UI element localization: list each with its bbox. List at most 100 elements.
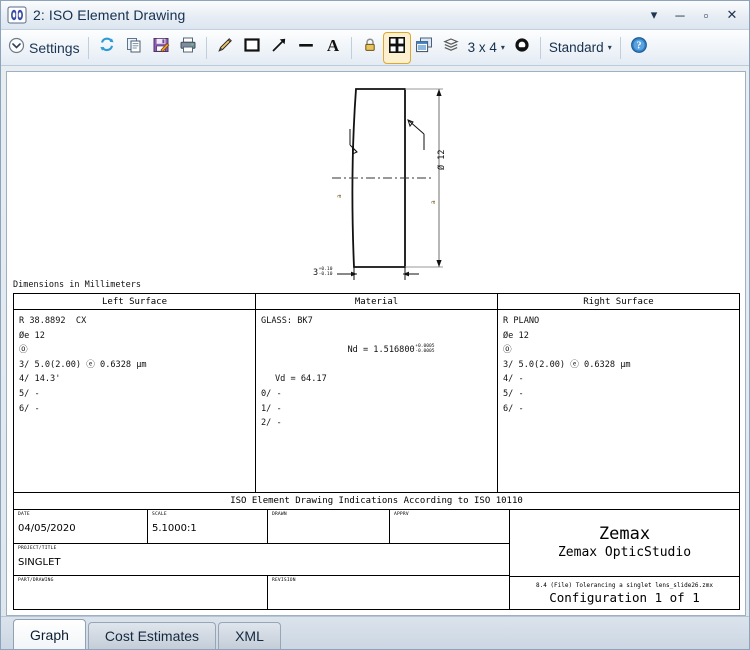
iso-element-drawing-window: 2: ISO Element Drawing ▾ ─ ▫ ✕ Settings — [0, 0, 750, 650]
apprv-caption: APPRV — [394, 512, 409, 517]
chevron-down-icon: ▾ — [500, 43, 505, 52]
nd-value: Nd = 1.516800 — [347, 345, 415, 356]
surface-line: R PLANO — [503, 316, 540, 326]
cascade-windows-button[interactable] — [411, 33, 437, 63]
surface-line: 3/ 5.0(2.00) ⓔ 0.6328 µm — [503, 359, 631, 370]
chevron-down-icon: ▾ — [607, 43, 612, 52]
surface-line: 0/ - — [261, 388, 282, 399]
scale-value: 5.1000:1 — [152, 523, 197, 534]
close-button[interactable]: ✕ — [719, 4, 745, 26]
copy-button[interactable] — [121, 33, 147, 63]
file-note: 8.4 (File) Tolerancing a singlet lens_sl… — [535, 582, 713, 589]
surface-line: Øe 12 — [503, 330, 529, 341]
help-button[interactable]: ? — [626, 33, 652, 63]
surface-line-nd: Nd = 1.516800 +0.0005 -0.0005 — [261, 329, 497, 373]
project-value: SINGLET — [18, 557, 61, 568]
layers-button[interactable] — [438, 33, 464, 63]
title-block-left: DATE 04/05/2020 SCALE 5.1000:1 DRAWN APP… — [14, 510, 510, 609]
title-block-row-project: PROJECT/TITLE SINGLET — [14, 544, 509, 576]
right-surface-column: Right Surface R PLANO Øe 12 ⓪ 3/ 5.0(2.0… — [497, 294, 739, 492]
thickness-tolerance: +0.10 -0.10 — [318, 267, 333, 277]
surface-line: 1/ - — [261, 403, 282, 414]
drawing-sheet[interactable]: Ø 12 3 +0.10 -0.10 a a Dimensions in Mill… — [6, 71, 746, 616]
layers-icon — [442, 36, 460, 59]
configuration-label: Configuration 1 of 1 — [549, 590, 700, 605]
surface-line: Vd = 64.17 — [275, 374, 327, 385]
text-tool-button[interactable]: A — [320, 33, 346, 63]
zemax-logo-icon — [7, 5, 27, 25]
drawn-caption: DRAWN — [272, 512, 287, 517]
scale-cell[interactable]: SCALE 5.1000:1 — [148, 510, 268, 543]
nd-tolerance: +0.0005 -0.0005 — [415, 344, 435, 354]
settings-button[interactable]: Settings — [5, 33, 83, 63]
surface-line: 5/ - — [19, 388, 40, 399]
help-icon: ? — [630, 36, 648, 59]
svg-text:A: A — [326, 36, 339, 54]
left-surface-body: R 38.8892 CX Øe 12 ⓪ 3/ 5.0(2.00) ⓔ 0.63… — [14, 310, 255, 416]
svg-text:?: ? — [636, 41, 641, 52]
revision-cell[interactable]: REVISION — [268, 576, 509, 609]
style-label: Standard — [548, 40, 604, 55]
maximize-button[interactable]: ▫ — [693, 4, 719, 26]
date-value: 04/05/2020 — [18, 523, 76, 534]
material-column: Material GLASS: BK7 Nd = 1.516800 +0.0005… — [255, 294, 497, 492]
surface-line: GLASS: BK7 — [261, 316, 313, 326]
toolbar-separator-1 — [87, 36, 89, 59]
zemax-branding: Zemax Zemax OpticStudio — [510, 510, 739, 577]
clock-refresh-button[interactable] — [509, 33, 535, 63]
left-surface-callout: a — [336, 194, 343, 198]
window-menu-button[interactable]: ▾ — [641, 4, 667, 26]
toolbar-separator-5 — [619, 36, 621, 59]
part-caption: PART/DRAWING — [18, 578, 54, 583]
nd-tolerance-low: -0.0005 — [415, 348, 435, 354]
window-title: 2: ISO Element Drawing — [33, 7, 186, 23]
lock-button[interactable] — [357, 33, 383, 63]
iso-standard-banner: ISO Element Drawing Indications Accordin… — [13, 493, 740, 510]
arrow-button[interactable] — [266, 33, 292, 63]
thickness-dimension: 3 +0.10 -0.10 — [313, 268, 332, 278]
save-button[interactable] — [148, 33, 174, 63]
brand-product: Zemax OpticStudio — [557, 545, 692, 560]
surface-line: 4/ - — [503, 374, 524, 385]
grid-layout-button[interactable] — [382, 31, 411, 64]
surface-line: ⓪ — [503, 345, 512, 356]
tab-xml[interactable]: XML — [218, 622, 281, 649]
line-button[interactable] — [293, 33, 319, 63]
rectangle-button[interactable] — [239, 33, 265, 63]
main-toolbar: Settings A 3 x 4 ▾ Standard ▾ ? — [1, 30, 749, 66]
print-icon — [179, 36, 197, 59]
project-cell[interactable]: PROJECT/TITLE SINGLET — [14, 544, 509, 575]
grid-size-label: 3 x 4 — [467, 40, 497, 55]
title-block-row-part: PART/DRAWING REVISION — [14, 576, 509, 609]
sheet-canvas: Ø 12 3 +0.10 -0.10 a a Dimensions in Mill… — [7, 72, 745, 615]
date-cell[interactable]: DATE 04/05/2020 — [14, 510, 148, 543]
cascade-windows-icon — [415, 36, 433, 59]
apprv-cell[interactable]: APPRV — [390, 510, 509, 543]
pencil-button[interactable] — [212, 33, 238, 63]
minimize-button[interactable]: ─ — [667, 4, 693, 26]
print-button[interactable] — [175, 33, 201, 63]
tab-graph[interactable]: Graph — [13, 619, 86, 649]
tab-cost-estimates[interactable]: Cost Estimates — [87, 622, 217, 649]
save-icon — [152, 36, 170, 59]
thickness-label: 3 — [313, 268, 319, 278]
scale-caption: SCALE — [152, 512, 167, 517]
bottom-tab-bar: Graph Cost Estimates XML — [1, 616, 749, 649]
toolbar-separator-3 — [350, 36, 352, 59]
surface-line: 6/ - — [19, 403, 40, 414]
title-block: DATE 04/05/2020 SCALE 5.1000:1 DRAWN APP… — [13, 510, 740, 610]
grid-layout-icon — [388, 36, 406, 59]
surface-line: 3/ 5.0(2.00) ⓔ 0.6328 µm — [19, 359, 147, 370]
style-dropdown[interactable]: Standard ▾ — [546, 33, 615, 63]
material-header: Material — [256, 294, 497, 310]
refresh-icon — [98, 36, 116, 59]
grid-size-dropdown[interactable]: 3 x 4 ▾ — [465, 33, 508, 63]
pencil-icon — [216, 36, 234, 59]
right-surface-callout: a — [430, 200, 437, 204]
part-cell[interactable]: PART/DRAWING — [14, 576, 268, 609]
refresh-button[interactable] — [94, 33, 120, 63]
right-surface-body: R PLANO Øe 12 ⓪ 3/ 5.0(2.00) ⓔ 0.6328 µm… — [498, 310, 739, 416]
date-caption: DATE — [18, 512, 30, 517]
drawn-cell[interactable]: DRAWN — [268, 510, 390, 543]
title-block-row-meta: DATE 04/05/2020 SCALE 5.1000:1 DRAWN APP… — [14, 510, 509, 544]
